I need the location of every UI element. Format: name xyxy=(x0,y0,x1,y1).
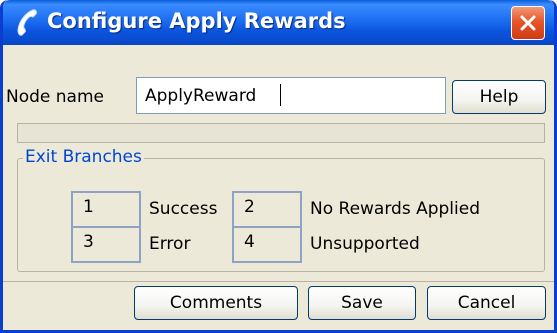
node-name-input[interactable] xyxy=(136,77,446,114)
exit-branches-title: Exit Branches xyxy=(23,147,144,167)
bottom-divider xyxy=(3,281,554,282)
help-button[interactable]: Help xyxy=(452,80,546,114)
status-bar xyxy=(17,123,545,143)
branch-id-cell: 3 xyxy=(71,226,141,263)
close-button[interactable] xyxy=(511,6,545,40)
branch-label: Unsupported xyxy=(310,234,420,254)
node-name-label: Node name xyxy=(6,87,104,107)
text-caret xyxy=(280,84,281,106)
branch-id-cell: 4 xyxy=(232,226,302,263)
save-button[interactable]: Save xyxy=(308,286,416,320)
phone-icon xyxy=(17,9,37,36)
branch-label: No Rewards Applied xyxy=(310,199,480,219)
comments-button[interactable]: Comments xyxy=(134,286,298,320)
close-icon xyxy=(520,15,536,31)
branch-label: Success xyxy=(149,199,218,219)
dialog-window: Configure Apply Rewards Node name Help E… xyxy=(0,0,557,333)
branch-id-cell: 1 xyxy=(71,191,141,228)
window-title: Configure Apply Rewards xyxy=(47,9,346,33)
branch-id-cell: 2 xyxy=(232,191,302,228)
cancel-button[interactable]: Cancel xyxy=(427,286,546,320)
title-bar[interactable]: Configure Apply Rewards xyxy=(3,0,554,45)
branch-label: Error xyxy=(149,234,191,254)
